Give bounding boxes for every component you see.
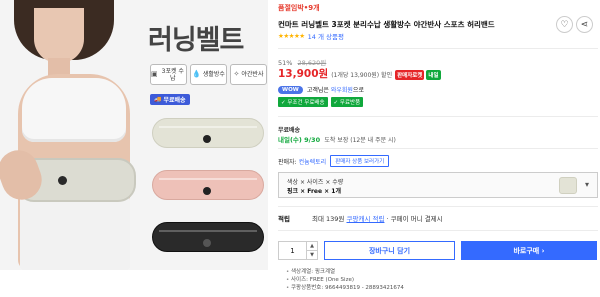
wow-badge: WOW bbox=[278, 85, 303, 94]
points-max: 최대 139원 bbox=[312, 215, 345, 223]
wow-member-link[interactable]: 와우회원 bbox=[331, 85, 353, 94]
feature-label: 3포켓 수납 bbox=[161, 67, 184, 82]
price-row: 13,900원 (1개당 13,900원) 할인 판매자로켓 내일 bbox=[278, 66, 441, 81]
waterdrop-icon: 💧 bbox=[192, 70, 201, 78]
shipping-title: 무료배송 bbox=[278, 127, 301, 134]
points-label: 적립 bbox=[278, 215, 290, 223]
divider bbox=[278, 148, 598, 149]
benefit-tags: ✓ 무조건 무료배송 ✓ 무료반품 bbox=[278, 97, 366, 107]
add-to-cart-button[interactable]: 장바구니 담기 bbox=[324, 241, 455, 260]
product-title: 컨마트 러닝벨트 3포켓 분리수납 생활방수 야간반사 스포츠 허리밴드 bbox=[278, 20, 495, 29]
feature-waterproof: 💧 생활방수 bbox=[190, 64, 227, 85]
divider bbox=[278, 48, 598, 49]
belt-variant-white bbox=[152, 118, 264, 148]
quantity-down-icon[interactable]: ▼ bbox=[307, 250, 317, 259]
option-thumbnail bbox=[559, 177, 577, 194]
review-count-link[interactable]: 14 개 상품평 bbox=[308, 31, 344, 41]
option-header: 색상 × 사이즈 × 수량 bbox=[287, 179, 344, 186]
product-image[interactable]: 러닝벨트 ▣ 3포켓 수납 💧 생활방수 ✧ 야간반사 🚚 무료배송 bbox=[0, 0, 268, 270]
buy-now-button[interactable]: 바로구매 › bbox=[461, 241, 597, 260]
belt-variant-black bbox=[152, 222, 264, 252]
feature-reflective: ✧ 야간반사 bbox=[230, 64, 267, 85]
feature-label: 야간반사 bbox=[241, 71, 264, 78]
seller-rocket-badge: 판매자로켓 bbox=[395, 70, 425, 80]
seller-name-link[interactable]: 컨늄렉토리 bbox=[299, 157, 327, 166]
share-button[interactable]: ⋖ bbox=[576, 16, 593, 33]
heart-icon: ♡ bbox=[560, 19, 569, 30]
divider bbox=[278, 230, 598, 231]
stock-alert-link[interactable]: 품절임박•9개 bbox=[278, 3, 320, 13]
seller-label: 판매자: bbox=[278, 158, 297, 166]
coupang-cash-link[interactable]: 쿠팡캐시 적립 bbox=[347, 215, 385, 223]
model-pants bbox=[20, 196, 130, 270]
truck-icon: 🚚 bbox=[154, 96, 162, 103]
cube-icon: ▣ bbox=[151, 70, 158, 78]
unit-price: (1개당 13,900원) 할인 bbox=[331, 72, 393, 79]
ship-badge-label: 무료배송 bbox=[163, 97, 186, 104]
wow-suffix: 으로 bbox=[352, 87, 364, 94]
option-selector[interactable]: 색상 × 사이즈 × 수량 핑크 × Free × 1개 ▾ bbox=[278, 172, 598, 198]
share-icon: ⋖ bbox=[580, 19, 589, 30]
free-shipping-tag: ✓ 무조건 무료배송 bbox=[278, 97, 328, 107]
wow-text: 고객님은 bbox=[306, 87, 329, 94]
spec-size: 사이즈: FREE (One Size) bbox=[286, 276, 404, 284]
spec-product-number: 쿠팡상품번호: 9664493819 - 28893421674 bbox=[286, 284, 404, 292]
delivery-note: 도착 보장 (12분 내 주문 시) bbox=[324, 137, 396, 144]
points-condition: · 쿠페이 머니 결제시 bbox=[386, 215, 443, 223]
star-rating: ★★★★★ bbox=[278, 32, 305, 40]
quantity-arrows: ▲ ▼ bbox=[306, 242, 317, 259]
delivery-date: 내일(수) 9/30 도착 보장 (12분 내 주문 시) bbox=[278, 134, 396, 144]
tomorrow-badge: 내일 bbox=[426, 70, 441, 80]
seller-row: 판매자: 컨늄렉토리 판매자 상품 보러가기 bbox=[278, 155, 390, 167]
points-row: 적립 최대 139원 쿠팡캐시 적립 · 쿠페이 머니 결제시 bbox=[278, 213, 443, 223]
feature-label: 생활방수 bbox=[202, 71, 225, 78]
quantity-up-icon[interactable]: ▲ bbox=[307, 242, 317, 250]
wow-member-row: WOW 고객님은 와우회원 으로 bbox=[278, 85, 364, 94]
quantity-stepper[interactable]: 1 ▲ ▼ bbox=[278, 241, 318, 260]
option-selected-value: 핑크 × Free × 1개 bbox=[287, 188, 341, 195]
rating-row: ★★★★★ 14 개 상품평 bbox=[278, 31, 344, 41]
points-text: 최대 139원 쿠팡캐시 적립 · 쿠페이 머니 결제시 bbox=[312, 213, 443, 223]
reflect-icon: ✧ bbox=[233, 70, 240, 78]
divider bbox=[278, 206, 598, 207]
model-face bbox=[34, 8, 84, 63]
chevron-down-icon: ▾ bbox=[585, 180, 590, 189]
seller-other-products-button[interactable]: 판매자 상품 보러가기 bbox=[330, 155, 390, 167]
delivery-date-value: 내일(수) 9/30 bbox=[278, 136, 321, 144]
model-sports-top bbox=[22, 78, 126, 142]
free-shipping-badge: 🚚 무료배송 bbox=[150, 94, 190, 105]
wishlist-button[interactable]: ♡ bbox=[556, 16, 573, 33]
divider bbox=[278, 116, 598, 117]
spec-color: 색상계열: 핑크계열 bbox=[286, 268, 404, 276]
sale-price: 13,900원 bbox=[278, 68, 329, 80]
feature-pockets: ▣ 3포켓 수납 bbox=[150, 64, 187, 85]
belt-variant-pink bbox=[152, 170, 264, 200]
quantity-value[interactable]: 1 bbox=[279, 242, 306, 259]
image-headline: 러닝벨트 bbox=[148, 25, 244, 56]
spec-list: 색상계열: 핑크계열 사이즈: FREE (One Size) 쿠팡상품번호: … bbox=[286, 268, 404, 292]
free-return-tag: ✓ 무료반품 bbox=[330, 97, 364, 107]
